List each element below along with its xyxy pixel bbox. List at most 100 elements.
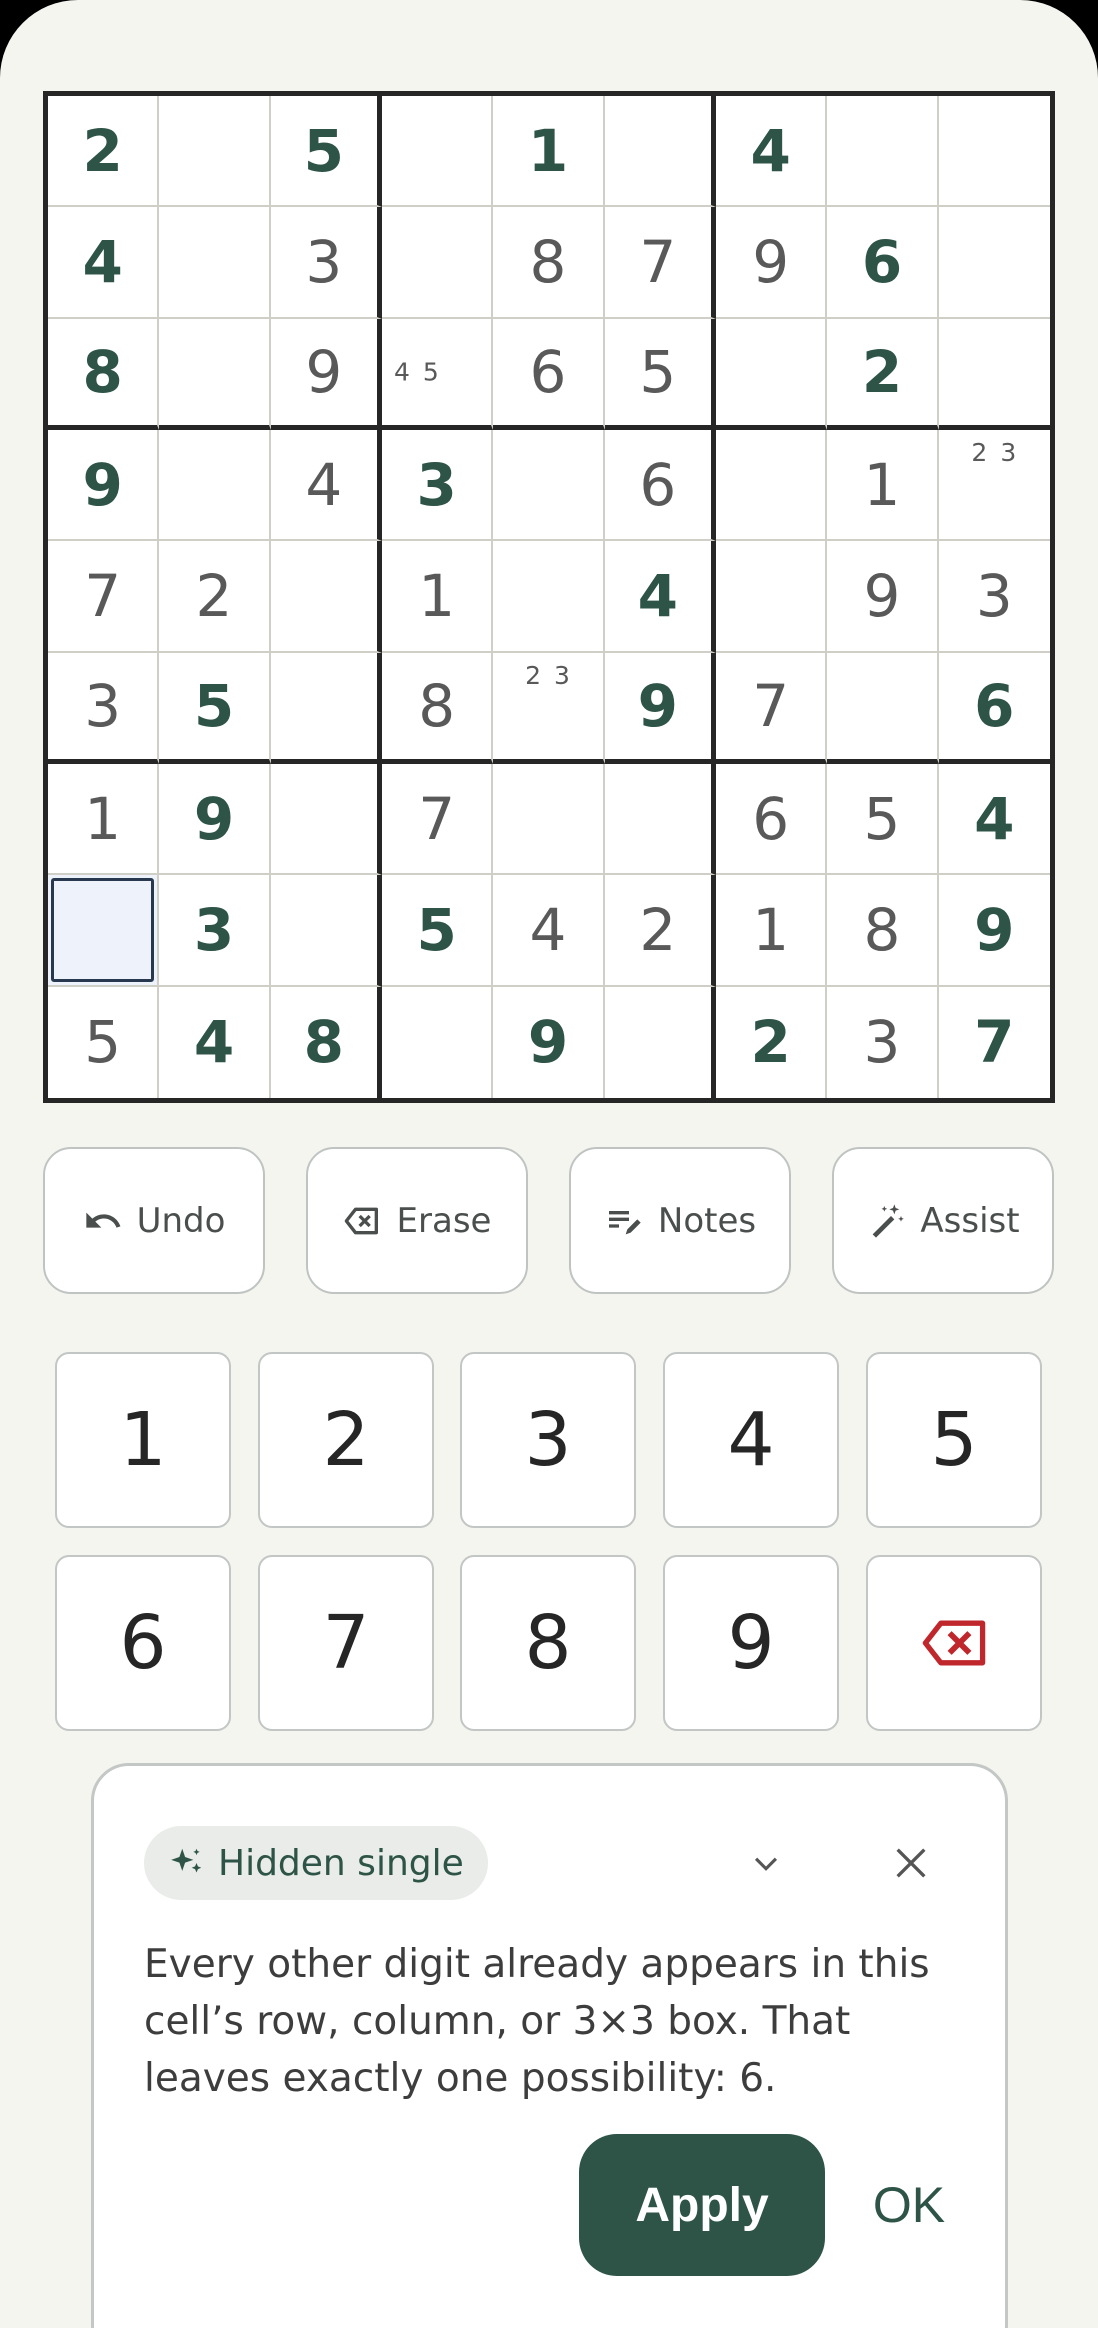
board-cell[interactable] (270, 764, 382, 876)
board-cell[interactable]: 7 (382, 764, 494, 876)
board-cell[interactable]: 8 (48, 318, 160, 430)
board-cell[interactable] (938, 319, 1050, 430)
board-cell[interactable] (382, 96, 494, 208)
board-cell[interactable]: 7 (48, 541, 160, 653)
board-cell[interactable] (270, 652, 382, 764)
board-cell[interactable]: 2 (604, 875, 716, 987)
digit-key[interactable]: 2 (258, 1352, 434, 1528)
board-cell[interactable]: 4 (938, 764, 1050, 876)
board-cell[interactable] (493, 541, 605, 653)
digit-key[interactable]: 3 (460, 1352, 636, 1528)
board-cell[interactable]: 6 (604, 430, 716, 542)
board-cell[interactable]: 1 (716, 875, 828, 987)
pencil-notes: 23 (493, 663, 602, 688)
board-cell[interactable]: 1 (48, 764, 160, 876)
board-cell[interactable]: 4 (159, 986, 271, 1098)
board-cell[interactable]: 6 (938, 653, 1050, 764)
board-cell[interactable]: 7 (939, 987, 1050, 1098)
board-cell[interactable]: 1 (493, 96, 605, 208)
digit-key[interactable]: 9 (663, 1555, 839, 1731)
digit-key[interactable]: 6 (55, 1555, 231, 1731)
board-cell[interactable]: 9 (270, 318, 382, 430)
ok-button[interactable]: OK (864, 2170, 954, 2240)
board-cell[interactable]: 9 (159, 764, 271, 876)
board-cell[interactable] (159, 318, 271, 430)
board-cell[interactable] (493, 764, 605, 876)
board-cell[interactable]: 5 (48, 986, 160, 1098)
board-cell[interactable]: 6 (827, 207, 939, 319)
board-cell[interactable] (938, 207, 1050, 319)
board-cell[interactable] (270, 541, 382, 653)
digit-key[interactable]: 7 (258, 1555, 434, 1731)
board-cell[interactable] (604, 764, 716, 876)
board-cell[interactable]: 5 (159, 652, 271, 764)
board-cell[interactable]: 3 (270, 207, 382, 319)
board-cell[interactable]: 5 (827, 764, 939, 876)
board-cell[interactable]: 2 (159, 541, 271, 653)
board-cell[interactable] (827, 96, 939, 208)
board-cell[interactable] (716, 318, 828, 430)
board-cell[interactable]: 9 (48, 430, 160, 542)
board-cell[interactable]: 5 (604, 318, 716, 430)
board-cell[interactable]: 2 (716, 986, 828, 1098)
board-cell[interactable] (716, 430, 828, 542)
board-cell[interactable]: 3 (159, 875, 271, 987)
board-cell[interactable]: 2 (827, 318, 939, 430)
board-cell[interactable]: 3 (48, 652, 160, 764)
board-cell[interactable]: 4 (493, 875, 605, 987)
board-cell[interactable]: 23 (938, 430, 1050, 542)
board-cell[interactable] (270, 875, 382, 987)
board-cell[interactable]: 6 (716, 764, 828, 876)
board-cell[interactable]: 23 (493, 652, 605, 764)
board-cell[interactable] (382, 207, 494, 319)
board-cell[interactable]: 8 (827, 875, 939, 987)
erase-button[interactable]: Erase (306, 1147, 528, 1294)
board-cell[interactable]: 3 (938, 541, 1050, 653)
board-cell[interactable] (605, 986, 716, 1098)
board-cell[interactable]: 45 (382, 318, 494, 430)
delete-key[interactable] (866, 1555, 1042, 1731)
digit-key[interactable]: 4 (663, 1352, 839, 1528)
selected-cell[interactable] (48, 875, 160, 987)
board-cell[interactable]: 8 (493, 207, 605, 319)
board-cell[interactable]: 3 (382, 430, 494, 542)
apply-button[interactable]: Apply (579, 2134, 825, 2276)
board-cell[interactable]: 3 (827, 986, 939, 1098)
board-cell[interactable] (827, 652, 939, 764)
board-cell[interactable] (938, 96, 1050, 208)
board-cell[interactable]: 4 (716, 96, 828, 208)
notes-button[interactable]: Notes (569, 1147, 791, 1294)
board-cell[interactable]: 4 (270, 430, 382, 542)
board-cell[interactable]: 9 (604, 652, 716, 764)
board-cell[interactable]: 7 (604, 207, 716, 319)
board-cell[interactable]: 7 (716, 652, 828, 764)
board-cell[interactable]: 4 (604, 541, 716, 653)
board-cell[interactable]: 1 (827, 430, 939, 542)
board-cell[interactable]: 2 (48, 96, 160, 208)
digit-key[interactable]: 8 (460, 1555, 636, 1731)
board-cell[interactable] (159, 96, 271, 208)
board-cell[interactable]: 5 (270, 96, 382, 208)
digit-key[interactable]: 1 (55, 1352, 231, 1528)
close-hint-button[interactable] (884, 1836, 938, 1890)
digit-key[interactable]: 5 (866, 1352, 1042, 1528)
board-cell[interactable]: 9 (716, 207, 828, 319)
board-cell[interactable] (493, 430, 605, 542)
board-cell[interactable] (159, 430, 271, 542)
board-cell[interactable]: 4 (48, 207, 160, 319)
undo-button[interactable]: Undo (43, 1147, 265, 1294)
board-cell[interactable] (382, 986, 494, 1098)
board-cell[interactable] (604, 96, 716, 208)
board-cell[interactable]: 8 (382, 652, 494, 764)
collapse-button[interactable] (739, 1836, 793, 1890)
board-cell[interactable]: 1 (382, 541, 494, 653)
board-cell[interactable]: 6 (493, 318, 605, 430)
board-cell[interactable]: 5 (382, 875, 494, 987)
board-cell[interactable]: 9 (938, 875, 1050, 987)
board-cell[interactable] (159, 207, 271, 319)
board-cell[interactable]: 8 (271, 986, 382, 1098)
board-cell[interactable] (716, 541, 828, 653)
assist-button[interactable]: Assist (832, 1147, 1054, 1294)
board-cell[interactable]: 9 (827, 541, 939, 653)
board-cell[interactable]: 9 (493, 986, 605, 1098)
